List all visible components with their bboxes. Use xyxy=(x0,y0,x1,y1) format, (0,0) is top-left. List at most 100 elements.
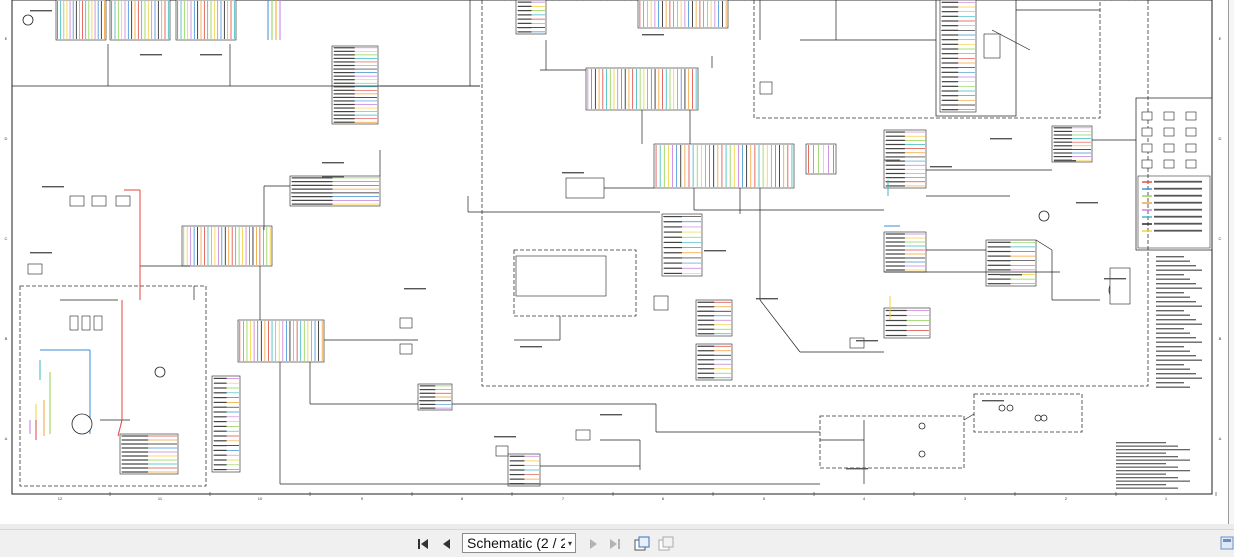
connector-pin-label xyxy=(518,27,532,29)
label-text xyxy=(990,138,1012,140)
connector-pin-label xyxy=(214,430,227,432)
connector-pin-label xyxy=(664,231,682,233)
note-text-line xyxy=(1116,456,1178,458)
label-text xyxy=(404,288,426,290)
note-text-line xyxy=(1116,466,1178,468)
connector-pin-label xyxy=(334,118,355,120)
connector-pin-label xyxy=(942,29,959,31)
note-text-line xyxy=(1156,283,1196,285)
note-text-line xyxy=(1116,445,1178,447)
connector-pin-label xyxy=(942,57,959,59)
legend-color-box xyxy=(1137,175,1211,249)
colored-wire xyxy=(117,419,123,437)
window-resize-icon[interactable] xyxy=(1220,536,1234,550)
note-text-line xyxy=(1156,337,1196,339)
first-page-button[interactable] xyxy=(414,534,432,553)
previous-page-icon xyxy=(443,538,450,549)
connector-pin-label xyxy=(664,221,682,223)
component-box xyxy=(1185,127,1197,137)
connector-pin-label xyxy=(664,252,682,254)
note-text-line xyxy=(1116,473,1166,475)
connector-pin-label xyxy=(292,192,333,194)
component-box xyxy=(1185,159,1197,169)
next-page-button[interactable] xyxy=(584,534,602,553)
note-text-line xyxy=(1156,278,1190,280)
connector-pin-label xyxy=(698,345,715,347)
connector-pin-label xyxy=(886,253,905,255)
connector-pin-label xyxy=(334,71,355,74)
connector-pin-label xyxy=(942,95,959,97)
connector-pin-label xyxy=(214,411,227,413)
note-text-line xyxy=(1156,386,1190,388)
copy-view-button[interactable] xyxy=(632,534,652,553)
connector-pin-label xyxy=(214,377,227,379)
connector-pin-label xyxy=(510,455,525,457)
note-text-line xyxy=(1116,463,1166,465)
connector-pin-label xyxy=(988,264,1011,266)
chevron-down-icon: ▾ xyxy=(567,538,572,548)
connector-pin-label xyxy=(334,54,355,56)
label-text xyxy=(1104,278,1126,280)
connector-pin-label xyxy=(1054,145,1072,147)
label-text xyxy=(846,468,868,470)
legend-entry-text xyxy=(1154,208,1202,211)
connector-pin-label xyxy=(334,96,355,99)
component-box xyxy=(565,177,605,199)
component-symbol xyxy=(1034,414,1042,422)
connector-pin-label xyxy=(292,196,333,198)
note-text-line xyxy=(1156,323,1202,325)
note-text-line xyxy=(1116,484,1166,486)
grid-column-label: 12 xyxy=(58,496,63,501)
connector-block xyxy=(883,307,931,339)
connector-pin-label xyxy=(1054,141,1072,143)
last-page-button[interactable] xyxy=(606,534,624,553)
connector-pin-label xyxy=(664,215,682,218)
connector-pin-label xyxy=(518,31,532,33)
component-box xyxy=(27,263,43,275)
connector-pin-label xyxy=(420,407,436,409)
connector-pin-label xyxy=(122,467,149,469)
connector-pin-label xyxy=(214,459,227,461)
component-symbol xyxy=(918,450,926,458)
note-text-line xyxy=(1156,287,1202,289)
paste-view-button[interactable] xyxy=(656,534,676,553)
component-box xyxy=(653,295,669,311)
connector-pin-label xyxy=(420,392,436,394)
note-text-line xyxy=(1116,487,1178,489)
grid-row-label: D xyxy=(5,136,8,141)
label-text xyxy=(140,54,162,56)
label-text xyxy=(200,54,222,56)
connector-pin-label xyxy=(886,269,905,271)
page-select-value: Schematic (2 / 2) xyxy=(467,535,565,551)
connector-pin-label xyxy=(518,22,532,24)
connector-pin-label xyxy=(292,177,333,179)
connector-pin-label xyxy=(886,148,905,150)
connector-pin-label xyxy=(942,90,959,92)
label-text xyxy=(856,340,878,342)
legend-box xyxy=(1135,97,1213,251)
previous-page-button[interactable] xyxy=(438,534,456,553)
note-text-line xyxy=(1156,368,1190,370)
connector-pin-label xyxy=(942,99,959,101)
component-symbol xyxy=(71,413,93,435)
connector-pin-label xyxy=(942,34,959,36)
connector-pin-label xyxy=(334,107,355,109)
connector-pin-label xyxy=(942,104,959,106)
connector-pin-label xyxy=(334,57,355,60)
connector-pin-label xyxy=(664,272,682,275)
connector-pin-label xyxy=(334,75,355,77)
grid-column-label: 1 xyxy=(1165,496,1168,501)
note-text-line xyxy=(1156,341,1202,343)
connector-pin-label xyxy=(420,385,436,387)
grid-column-label: 11 xyxy=(158,496,163,501)
connector-block xyxy=(883,129,927,189)
connector-pin-label xyxy=(334,68,355,70)
connector-pin-label xyxy=(886,241,905,243)
connector-pin-label xyxy=(698,319,715,321)
connector-pin-label xyxy=(988,250,1011,253)
connector-pin-label xyxy=(698,306,715,308)
page-select-dropdown[interactable]: Schematic (2 / 2) ▾ xyxy=(462,533,576,553)
connector-pin-label xyxy=(886,314,907,317)
label-text xyxy=(1076,202,1098,204)
legend-entry-text xyxy=(1154,201,1202,204)
